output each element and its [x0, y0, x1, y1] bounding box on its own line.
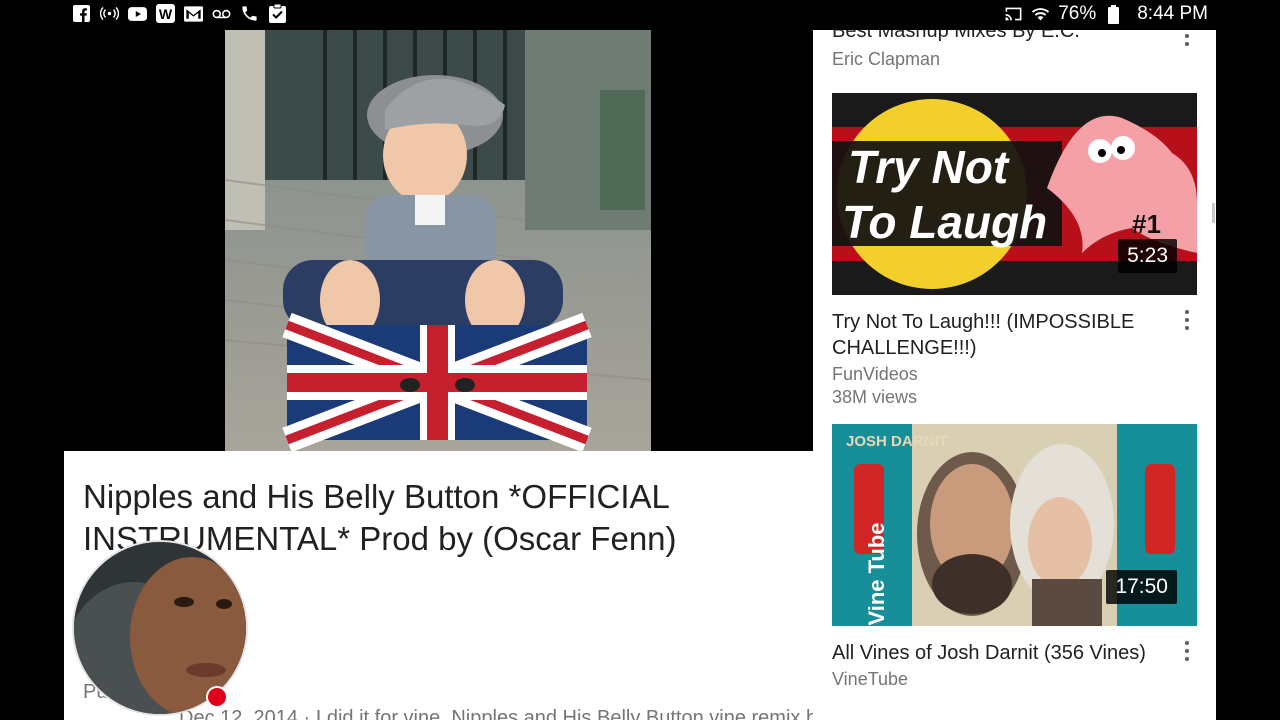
broadcast-icon: [100, 4, 119, 23]
up-next-list: Best Mashup Mixes By E.C. Eric Clapman T…: [813, 30, 1216, 720]
channel-name: FunVideos: [832, 364, 918, 384]
video-thumbnail[interactable]: Try Not To Laugh #1 5:23: [832, 93, 1197, 295]
more-options-icon[interactable]: [1179, 30, 1195, 48]
thumb-text-line1: Try Not: [848, 141, 1010, 193]
list-item[interactable]: Vine Tube JOSH DARNIT 17:50 All Vines of…: [832, 424, 1197, 691]
battery-percent: 76%: [1058, 3, 1097, 24]
partial-item-title[interactable]: Best Mashup Mixes By E.C.: [832, 30, 1162, 44]
youtube-icon: [128, 4, 147, 23]
thumb-text-line2: To Laugh: [842, 196, 1047, 248]
thumb-badge: #1: [1132, 209, 1161, 239]
thumb-side-label: Vine Tube: [864, 522, 889, 625]
clipboard-check-icon: [268, 4, 287, 23]
more-options-icon[interactable]: [1179, 639, 1195, 663]
duration-badge: 5:23: [1118, 239, 1177, 273]
video-frame: [225, 30, 651, 451]
phone-icon: [240, 4, 259, 23]
svg-text:W: W: [159, 6, 173, 22]
facebook-icon: [72, 4, 91, 23]
system-status: 76% 8:44 PM: [1004, 3, 1208, 25]
duration-badge: 17:50: [1106, 570, 1177, 604]
thumb-header: JOSH DARNIT: [846, 433, 948, 450]
video-meta-description: Dec 12, 2014 · I did it for vine. Nipple…: [179, 707, 813, 720]
notification-icons: W: [72, 4, 287, 23]
list-item[interactable]: Try Not To Laugh #1 5:23 Try Not To Laug…: [832, 93, 1197, 409]
w-app-icon: W: [156, 4, 175, 23]
gmail-icon: [184, 4, 203, 23]
channel-name: VineTube: [832, 669, 909, 689]
more-options-icon[interactable]: [1179, 308, 1195, 332]
status-bar: W 76% 8:44 PM: [0, 0, 1280, 30]
partial-item-channel: Eric Clapman: [832, 49, 941, 69]
video-thumbnail[interactable]: Vine Tube JOSH DARNIT 17:50: [832, 424, 1197, 626]
wifi-icon: [1031, 5, 1050, 24]
view-count: 38M views: [832, 387, 918, 407]
scrollbar[interactable]: [1212, 203, 1215, 223]
cast-icon: [1004, 5, 1023, 24]
battery-icon: [1104, 4, 1123, 24]
video-title[interactable]: All Vines of Josh Darnit (356 Vines): [832, 640, 1167, 666]
recording-indicator: [206, 686, 228, 708]
video-player[interactable]: [64, 30, 813, 451]
video-title[interactable]: Try Not To Laugh!!! (IMPOSSIBLE CHALLENG…: [832, 309, 1167, 361]
clock: 8:44 PM: [1137, 3, 1208, 24]
voicemail-icon: [212, 4, 231, 23]
